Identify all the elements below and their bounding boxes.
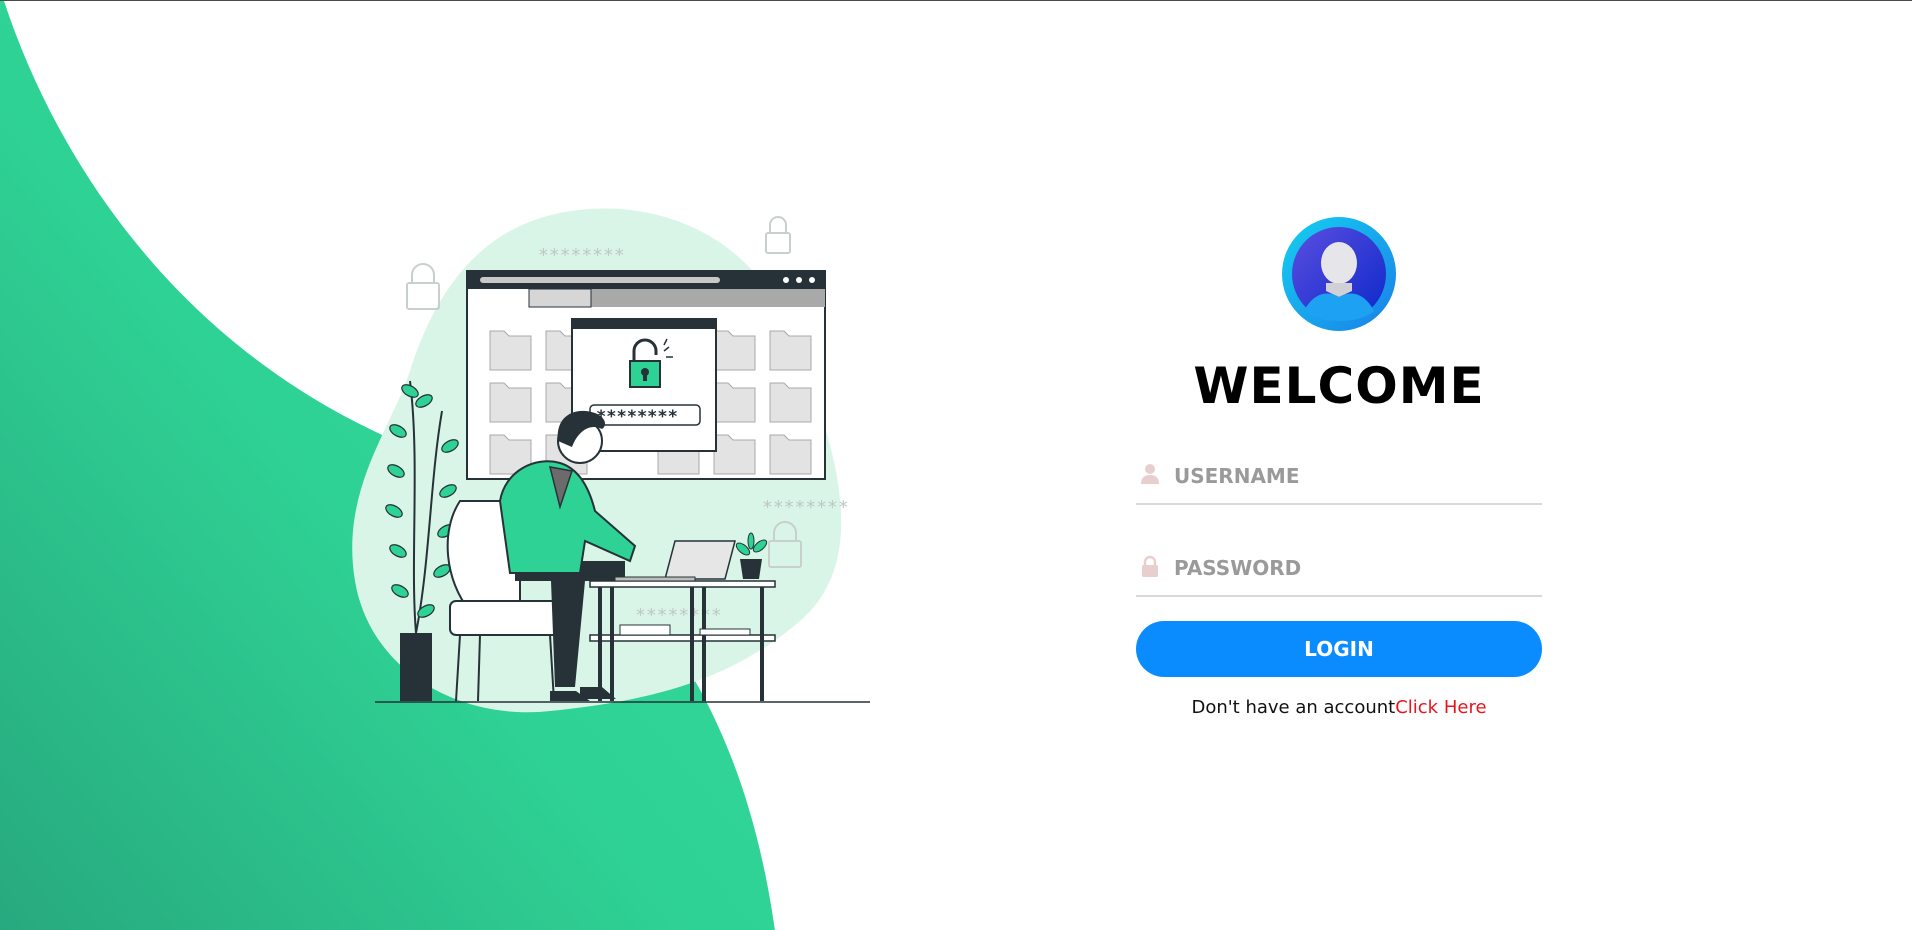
user-icon — [1141, 464, 1159, 484]
green-wave-background — [0, 1, 775, 930]
lock-icon — [1142, 555, 1158, 577]
signup-link[interactable]: Click Here — [1395, 697, 1486, 718]
signup-prompt-text: Don't have an account — [1191, 697, 1396, 718]
decorative-password-mask: ******** — [538, 245, 625, 266]
decorative-password-mask: ******** — [635, 605, 722, 626]
welcome-title: WELCOME — [1193, 357, 1485, 415]
password-field — [1136, 545, 1542, 597]
signup-prompt: Don't have an accountClick Here — [1136, 697, 1542, 718]
user-avatar-icon — [1282, 217, 1396, 331]
login-page: ******** ******** ******** ******** WELC… — [0, 0, 1912, 930]
login-button[interactable]: LOGIN — [1136, 621, 1542, 677]
person-unlocking-computer-illustration: ******** ******** ******** ******** — [352, 208, 870, 713]
login-form: WELCOME LOGIN Don't have an accountClick… — [1136, 217, 1542, 718]
username-field — [1136, 453, 1542, 505]
password-input[interactable] — [1174, 549, 1534, 587]
dialog-password-mask: ******** — [596, 407, 678, 427]
decorative-password-mask: ******** — [762, 497, 849, 518]
username-input[interactable] — [1174, 457, 1534, 495]
